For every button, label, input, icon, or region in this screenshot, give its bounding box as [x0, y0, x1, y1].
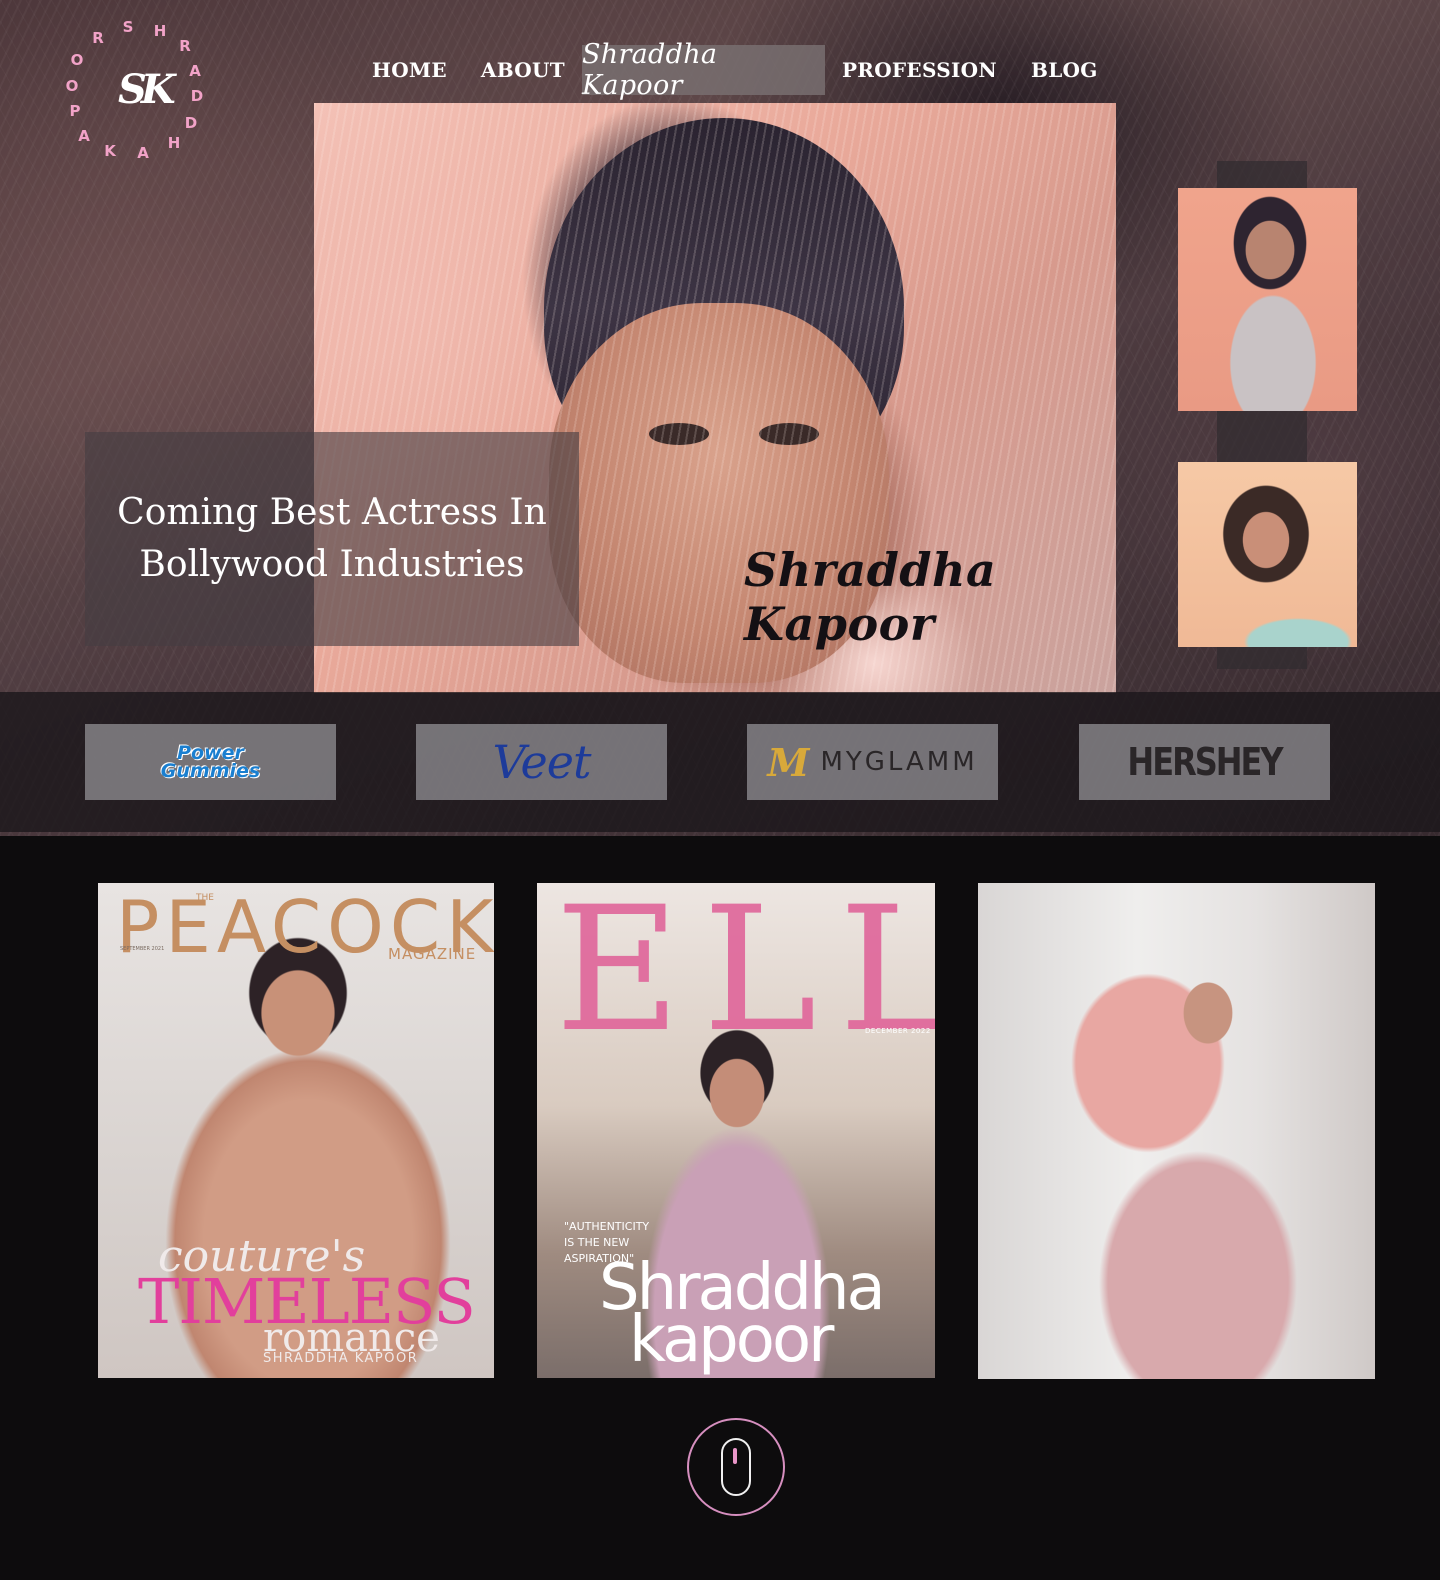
logo-ring-letter: R	[179, 37, 191, 55]
peacock-date: SEPTEMBER 2021	[120, 946, 165, 952]
sponsor-veet[interactable]: Veet	[416, 724, 667, 800]
logo-ring-letter: D	[184, 114, 198, 132]
gallery-thumbnail[interactable]	[1178, 188, 1357, 411]
mouse-wheel	[733, 1448, 737, 1464]
elle-quote-line: "AUTHENTICITY	[564, 1220, 650, 1233]
mouse-scroll-icon	[721, 1438, 751, 1496]
logo-ring-letter: H	[153, 22, 167, 40]
sponsor-power-gummies[interactable]: Power Gummies	[85, 724, 336, 800]
logo-monogram: SK	[118, 66, 176, 113]
elle-cover-name-2: kapoor	[629, 1303, 834, 1377]
nav-about[interactable]: ABOUT	[464, 58, 582, 82]
power-gummies-logo: Power Gummies	[160, 744, 261, 782]
nav-blog[interactable]: BLOG	[1014, 58, 1115, 82]
sponsor-myglamm[interactable]: M MYGLAMM	[747, 724, 998, 800]
peacock-magazine-label: MAGAZINE	[388, 945, 477, 963]
tagline-line-2: Bollywood Industries	[139, 544, 525, 585]
logo-ring-letter: P	[69, 102, 81, 120]
myglamm-wordmark: MYGLAMM	[820, 747, 978, 777]
main-nav: HOME ABOUT Shraddha Kapoor PROFESSION BL…	[355, 39, 1115, 101]
nav-brand-name[interactable]: Shraddha Kapoor	[581, 39, 825, 101]
logo-ring-letter: A	[189, 62, 201, 80]
gallery-thumbnail[interactable]	[1178, 462, 1357, 647]
logo-ring-letter: A	[78, 127, 90, 145]
peacock-cover-name: SHRADDHA KAPOOR	[263, 1351, 419, 1366]
nav-home[interactable]: HOME	[355, 58, 464, 82]
logo-ring-letter: K	[104, 142, 116, 160]
myglamm-logo: M MYGLAMM	[767, 740, 977, 785]
magazine-cover-elle[interactable]: ELLE DECEMBER 2022 "AUTHENTICITY IS THE …	[537, 883, 935, 1378]
nav-profession[interactable]: PROFESSION	[825, 58, 1014, 82]
site-logo[interactable]: S H R A D D H A K A P O O R SK	[60, 14, 210, 164]
elle-title: ELLE	[555, 883, 935, 1070]
logo-ring-letter: O	[70, 51, 84, 69]
logo-ring-letter: O	[65, 77, 79, 95]
hero-tagline-box: Coming Best Actress In Bollywood Industr…	[85, 432, 579, 646]
tagline-line-1: Coming Best Actress In	[117, 492, 547, 533]
magazine-cover-peacock[interactable]: THE PEACOCK SEPTEMBER 2021 MAGAZINE cout…	[98, 883, 494, 1378]
hershey-logo: HERSHEY	[1127, 739, 1283, 785]
logo-ring-letter: A	[137, 144, 149, 162]
power-gummies-line-2: Gummies	[160, 760, 261, 782]
myglamm-mark: M	[767, 739, 813, 785]
gallery-photo-feather-gown[interactable]	[978, 883, 1375, 1379]
logo-ring-letter: D	[190, 87, 204, 105]
logo-ring-letter: S	[122, 18, 134, 36]
logo-ring-letter: R	[92, 29, 104, 47]
elle-date: DECEMBER 2022	[865, 1027, 931, 1035]
sponsor-hershey[interactable]: HERSHEY	[1079, 724, 1330, 800]
hero-signature: Shraddha Kapoor	[744, 543, 997, 651]
logo-ring-letter: H	[167, 134, 181, 152]
elle-quote-line: IS THE NEW	[564, 1236, 630, 1249]
veet-logo: Veet	[492, 735, 592, 789]
